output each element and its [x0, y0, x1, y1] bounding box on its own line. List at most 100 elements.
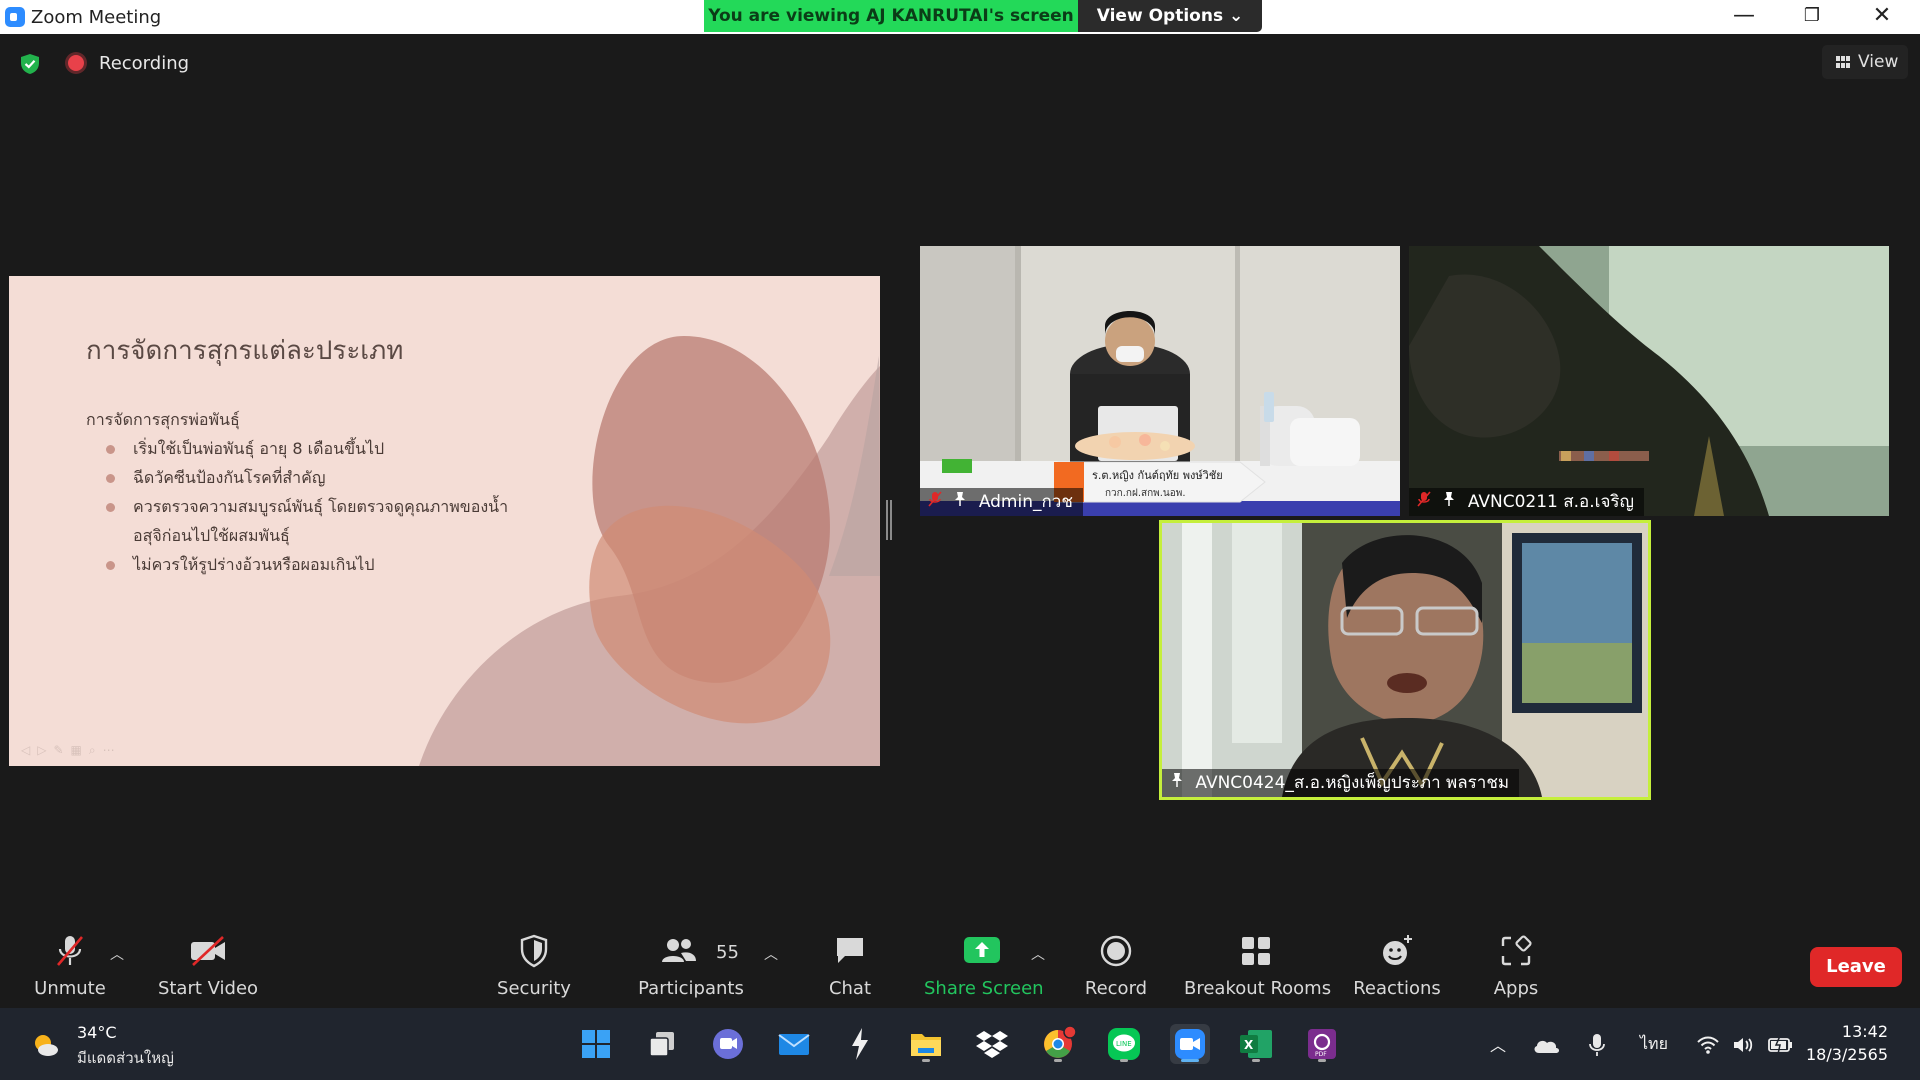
share-screen-arrow-icon — [964, 937, 1000, 963]
slide-bullet: ควรตรวจความสมบูรณ์พันธุ์ โดยตรวจดูคุณภาพ… — [103, 492, 523, 550]
participant-name-bar: Admin_กวช — [920, 488, 1083, 516]
video-tile-active-speaker[interactable]: AVNC0424_ส.อ.หญิงเพ็ญประภา พลราชม — [1159, 520, 1651, 800]
recording-dot-icon — [68, 55, 84, 71]
unmute-button[interactable]: Unmute — [20, 920, 120, 1008]
unmute-label: Unmute — [34, 978, 106, 999]
mail-icon[interactable] — [774, 1024, 814, 1064]
record-label: Record — [1084, 978, 1148, 999]
breakout-rooms-icon — [1242, 937, 1270, 965]
battery-charging-icon[interactable] — [1768, 1036, 1794, 1054]
grid-view-icon — [1836, 56, 1850, 68]
apps-button[interactable]: Apps — [1476, 920, 1556, 1008]
windows-start-icon[interactable] — [576, 1024, 616, 1064]
zoom-taskbar-icon[interactable] — [1170, 1024, 1210, 1064]
video-off-icon — [191, 936, 225, 966]
clock-date[interactable]: 18/3/2565 — [1806, 1045, 1888, 1064]
muted-mic-icon — [1417, 488, 1431, 516]
video-feed-avnc0424 — [1162, 523, 1648, 797]
volume-icon[interactable] — [1732, 1035, 1756, 1055]
zoom-logo-icon — [5, 7, 25, 27]
slide-title: การจัดการสุกรแต่ละประเภท — [86, 336, 404, 366]
clock-time[interactable]: 13:42 — [1842, 1022, 1888, 1041]
partly-sunny-weather-icon[interactable] — [30, 1030, 60, 1060]
pin-icon[interactable] — [1170, 769, 1184, 797]
share-screen-label: Share Screen — [924, 978, 1044, 999]
encryption-shield-icon[interactable] — [19, 53, 41, 75]
participants-options-chevron-icon[interactable]: ︿ — [764, 944, 778, 964]
video-tile-admin[interactable]: ร.ต.หญิง กันต์ฤทัย พงษ์วิชัย กวก.กฝ.สกพ.… — [920, 246, 1400, 516]
excel-icon[interactable]: X — [1236, 1024, 1276, 1064]
microphone-tray-icon[interactable] — [1588, 1032, 1606, 1058]
security-label: Security — [497, 978, 571, 999]
running-indicator — [1252, 1059, 1260, 1062]
audio-options-chevron-icon[interactable]: ︿ — [110, 944, 124, 964]
video-feed-avnc0211 — [1409, 246, 1889, 516]
record-icon — [1100, 935, 1132, 967]
window-title: Zoom Meeting — [31, 7, 162, 28]
dropbox-icon[interactable] — [972, 1024, 1012, 1064]
view-options-label: View Options — [1096, 6, 1224, 26]
participant-name-bar: AVNC0424_ส.อ.หญิงเพ็ญประภา พลราชม — [1162, 769, 1520, 797]
active-indicator — [1181, 1059, 1199, 1062]
participant-name: AVNC0424_ส.อ.หญิงเพ็ญประภา พลราชม — [1195, 773, 1510, 793]
svg-text:ร.ต.หญิง กันต์ฤทัย พงษ์วิชัย: ร.ต.หญิง กันต์ฤทัย พงษ์วิชัย — [1092, 469, 1223, 482]
share-screen-button[interactable]: Share Screen — [924, 920, 1044, 1008]
slide-subtitle: การจัดการสุกรพ่อพันธุ์ — [86, 410, 240, 429]
title-bar: Zoom Meeting You are viewing AJ KANRUTAI… — [0, 0, 1920, 34]
chat-button[interactable]: Chat — [810, 920, 890, 1008]
svg-text:PDF: PDF — [1315, 1051, 1327, 1058]
input-language[interactable]: ไทย — [1640, 1032, 1668, 1057]
reactions-button[interactable]: Reactions — [1350, 920, 1444, 1008]
muted-microphone-icon — [57, 936, 83, 966]
running-indicator — [1318, 1059, 1326, 1062]
breakout-rooms-button[interactable]: Breakout Rooms — [1184, 920, 1332, 1008]
onedrive-cloud-icon[interactable] — [1532, 1036, 1560, 1054]
chevron-down-icon: ⌄ — [1229, 6, 1244, 26]
svg-text:กวก.กฝ.สกพ.นอพ.: กวก.กฝ.สกพ.นอพ. — [1105, 488, 1186, 499]
recording-label[interactable]: Recording — [99, 53, 189, 74]
participant-name: Admin_กวช — [978, 492, 1073, 512]
participant-name: AVNC0211 ส.อ.เจริญ — [1467, 492, 1635, 512]
task-view-icon[interactable] — [642, 1024, 682, 1064]
close-button[interactable]: ✕ — [1854, 0, 1910, 34]
participant-name-bar: AVNC0211 ส.อ.เจริญ — [1409, 488, 1645, 516]
video-tile-avnc0211[interactable]: AVNC0211 ส.อ.เจริญ — [1409, 246, 1889, 516]
shared-screen-slide[interactable]: การจัดการสุกรแต่ละประเภท การจัดการสุกรพ่… — [9, 276, 880, 766]
weather-temperature[interactable]: 34°C — [77, 1023, 117, 1042]
app-lightning-icon[interactable] — [840, 1024, 880, 1064]
view-options-button[interactable]: View Options ⌄ — [1078, 0, 1262, 32]
file-explorer-icon[interactable] — [906, 1024, 946, 1064]
pin-icon[interactable] — [953, 488, 967, 516]
wifi-icon[interactable] — [1696, 1035, 1720, 1055]
leave-button[interactable]: Leave — [1810, 947, 1902, 987]
chrome-icon[interactable] — [1038, 1024, 1078, 1064]
chat-bubble-icon — [837, 938, 863, 963]
participants-button[interactable]: 55 Participants — [630, 920, 752, 1008]
weather-description[interactable]: มีแดดส่วนใหญ่ — [77, 1046, 174, 1070]
slide-bullet: ฉีดวัคซีนป้องกันโรคที่สำคัญ — [103, 463, 523, 492]
participants-count: 55 — [716, 942, 739, 963]
pdf-app-icon[interactable]: PDF — [1302, 1024, 1342, 1064]
security-button[interactable]: Security — [488, 920, 580, 1008]
record-button[interactable]: Record — [1076, 920, 1156, 1008]
share-options-chevron-icon[interactable]: ︿ — [1031, 944, 1045, 964]
meeting-toolbar: Unmute ︿ Start Video Security 55 Partici… — [0, 920, 1920, 1008]
slide-bullet: เริ่มใช้เป็นพ่อพันธุ์ อายุ 8 เดือนขึ้นไป — [103, 434, 523, 463]
view-label: View — [1858, 52, 1899, 72]
windows-taskbar: 34°C มีแดดส่วนใหญ่ LINE X PDF ︿ ไทย 13:4… — [0, 1008, 1920, 1080]
pin-icon[interactable] — [1442, 488, 1456, 516]
start-video-button[interactable]: Start Video — [150, 920, 266, 1008]
participants-label: Participants — [638, 978, 744, 999]
breakout-rooms-label: Breakout Rooms — [1184, 978, 1332, 999]
chat-label: Chat — [828, 978, 872, 999]
slideshow-controls[interactable]: ◁▷✎▦⌕⋯ — [21, 743, 122, 758]
panel-resize-handle[interactable] — [886, 500, 892, 540]
restore-button[interactable]: ❐ — [1784, 0, 1840, 34]
minimize-button[interactable]: — — [1716, 0, 1772, 34]
view-button[interactable]: View — [1822, 45, 1908, 79]
teams-chat-icon[interactable] — [708, 1024, 748, 1064]
line-app-icon[interactable]: LINE — [1104, 1024, 1144, 1064]
show-hidden-icons-chevron-icon[interactable]: ︿ — [1490, 1032, 1506, 1056]
svg-text:LINE: LINE — [1116, 1040, 1132, 1048]
apps-icon — [1501, 935, 1532, 966]
